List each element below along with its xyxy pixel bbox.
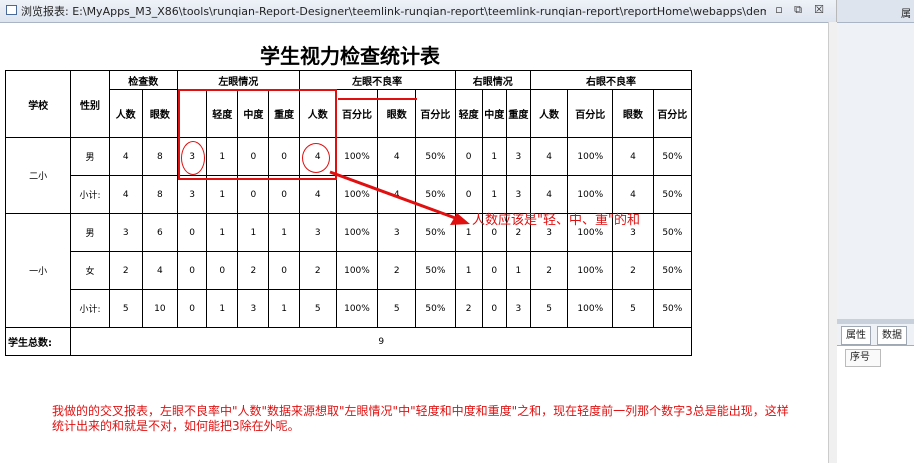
arrow-head bbox=[450, 213, 470, 225]
tab-properties[interactable]: 属性 bbox=[841, 326, 871, 345]
side-panel-header: 属 bbox=[837, 0, 914, 23]
arrow-line bbox=[329, 170, 459, 221]
annotation-overlay bbox=[329, 98, 470, 225]
arrow-note: 人数应该是"轻、中、重"的和 bbox=[472, 213, 640, 228]
property-field-label: 序号 bbox=[845, 349, 881, 367]
panel-splitter[interactable] bbox=[837, 319, 914, 324]
tab-data[interactable]: 数据 bbox=[877, 326, 907, 345]
right-side-panel: 属 属性 数据 序号 bbox=[837, 0, 914, 464]
vertical-scrollbar[interactable] bbox=[828, 22, 837, 463]
side-top-label: 属 bbox=[901, 9, 911, 20]
circle-mark-3 bbox=[181, 141, 205, 175]
circle-mark-4 bbox=[302, 143, 330, 173]
report-preview-window: 浏览报表: E:\MyApps_M3_X86\tools\runqian-Rep… bbox=[0, 0, 837, 463]
question-note: 我做的的交叉报表，左眼不良率中"人数"数据来源想取"左眼情况"中"轻度和中度和重… bbox=[52, 404, 789, 433]
